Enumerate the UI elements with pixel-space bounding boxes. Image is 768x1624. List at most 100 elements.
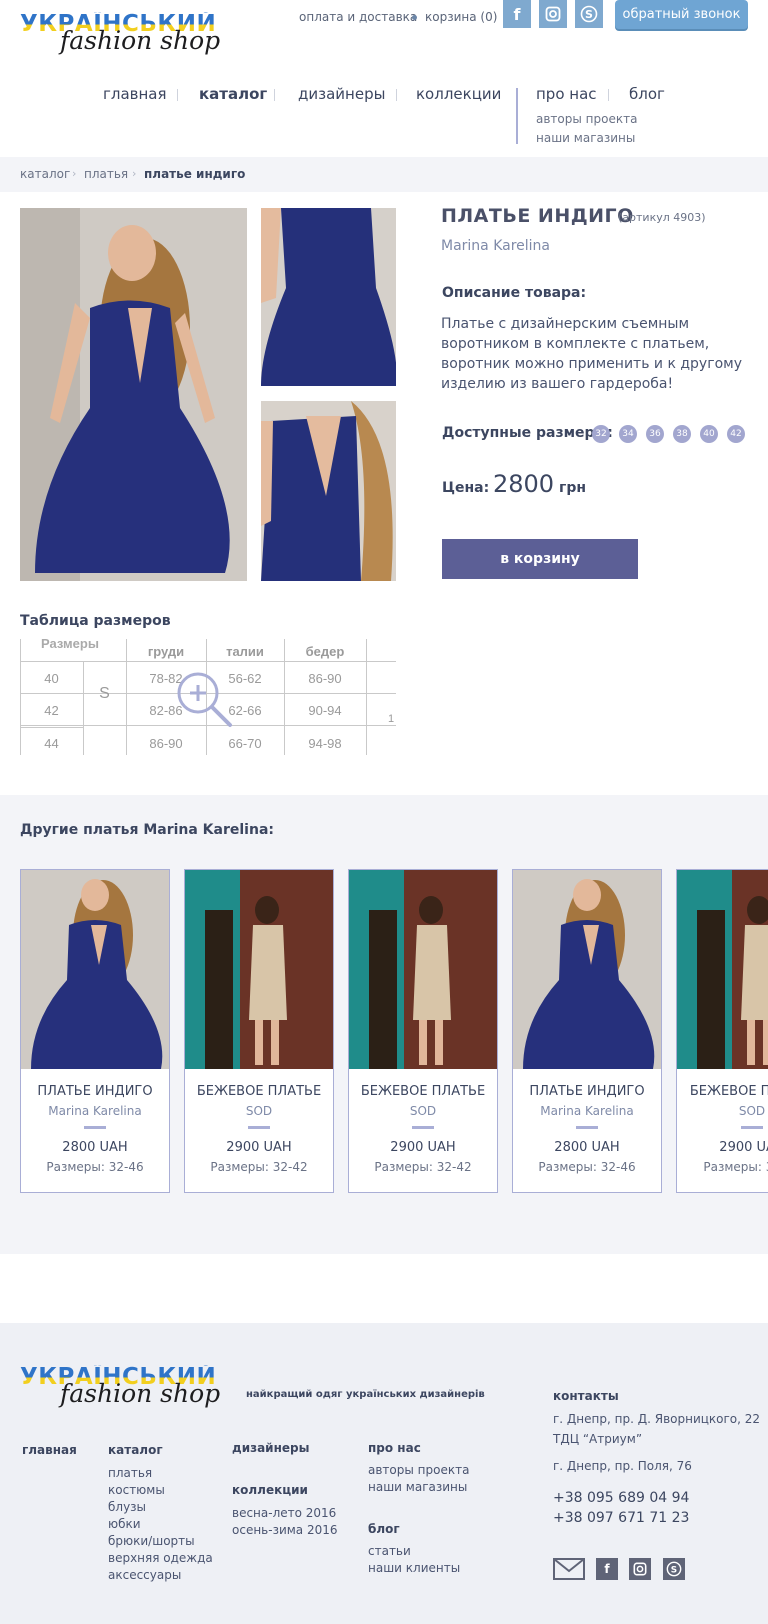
nav-separator [177,89,178,101]
price-label: Цена: [442,480,490,496]
footer-link[interactable]: осень-зима 2016 [232,1522,338,1539]
product-thumb-1[interactable] [261,208,396,386]
size-badge[interactable]: 36 [646,425,664,443]
footer-link[interactable]: брюки/шорты [108,1533,213,1550]
table-col-header: груди [147,643,185,659]
product-thumb-2[interactable] [261,401,396,581]
size-badge[interactable]: 38 [673,425,691,443]
callback-button[interactable]: обратный звонок [615,0,748,29]
instagram-icon[interactable] [629,1558,651,1580]
footer-address-1b: ТДЦ “Атриум” [553,1432,643,1446]
svg-text:S: S [671,1566,677,1576]
footer-link[interactable]: статьи [368,1543,460,1560]
cart-link[interactable]: корзина (0) [425,10,497,24]
product-card-sizes: Размеры: 32-42 [703,1160,768,1174]
footer-link[interactable]: наши магазины [368,1479,469,1496]
site-logo[interactable]: УКРАЇНСЬКИЙ fashion shop [20,12,220,53]
footer-home-link[interactable]: главная [22,1443,77,1457]
table-line [123,693,386,694]
nav-blog[interactable]: блог [629,85,665,103]
description-heading: Описание товара: [442,285,587,301]
skype-icon[interactable]: S [663,1558,685,1580]
footer-link[interactable]: авторы проекта [368,1462,469,1479]
product-card[interactable]: ПЛАТЬЕ ИНДИГО Marina Karelina 2800 UAH Р… [20,869,170,1193]
footer-link[interactable]: платья [108,1465,213,1482]
pay-delivery-link[interactable]: оплата и доставка [299,10,417,24]
product-card[interactable]: БЕЖЕВОЕ ПЛАТЬЕ SOD 2900 UAH Размеры: 32-… [676,869,768,1193]
breadcrumb-current: платье индиго [144,167,246,181]
footer-phone-2[interactable]: +38 097 671 71 23 [553,1510,689,1526]
instagram-icon[interactable] [539,0,567,28]
footer-logo[interactable]: УКРАЇНСЬКИЙ fashion shop [20,1365,220,1406]
footer-link[interactable]: аксессуары [108,1567,213,1584]
table-line [20,661,396,662]
footer-phone-1[interactable]: +38 095 689 04 94 [553,1490,689,1506]
chevron-right-icon: › [132,167,137,180]
product-card-name: ПЛАТЬЕ ИНДИГО [37,1084,153,1099]
footer-catalog-title[interactable]: каталог [108,1443,163,1457]
product-card-price: 2900 UAH [719,1140,768,1155]
footer-collections-title[interactable]: коллекции [232,1483,308,1497]
footer-link[interactable]: костюмы [108,1482,213,1499]
svg-text:S: S [585,8,593,21]
skype-icon[interactable]: S [575,0,603,28]
facebook-icon[interactable]: f [596,1558,618,1580]
table-cell: 44 [44,735,59,751]
nav-home[interactable]: главная [103,85,167,103]
table-cell: 86-90 [308,670,342,686]
product-card-image [21,870,169,1069]
size-badge[interactable]: 32 [592,425,610,443]
mail-icon[interactable] [553,1558,585,1584]
product-brand[interactable]: Marina Karelina [441,238,550,254]
size-badge[interactable]: 40 [700,425,718,443]
product-card-divider [576,1126,598,1129]
footer-link[interactable]: блузы [108,1499,213,1516]
product-card-name: БЕЖЕВОЕ ПЛАТЬЕ [689,1084,768,1099]
table-cell: S [99,685,110,702]
product-card-divider [741,1126,763,1129]
product-card-brand: Marina Karelina [540,1104,634,1118]
product-card-sizes: Размеры: 32-46 [46,1160,144,1174]
footer-blog-title[interactable]: блог [368,1522,400,1536]
footer-link[interactable]: верхняя одежда [108,1550,213,1567]
zoom-in-icon[interactable] [176,671,234,732]
product-card-name: БЕЖЕВОЕ ПЛАТЬЕ [360,1084,486,1099]
separator-dot [412,15,417,20]
product-card-sizes: Размеры: 32-42 [374,1160,472,1174]
footer-link[interactable]: наши клиенты [368,1560,460,1577]
breadcrumb-dresses[interactable]: платья [84,167,128,181]
product-card-price: 2800 UAH [554,1140,620,1155]
product-card-price: 2900 UAH [390,1140,456,1155]
add-to-cart-button[interactable]: в корзину [442,539,638,579]
size-table[interactable]: Размеры груди талии бедер 40 S 78-82 56-… [20,639,396,755]
footer-about-title[interactable]: про нас [368,1441,421,1455]
product-card[interactable]: БЕЖЕВОЕ ПЛАТЬЕ SOD 2900 UAH Размеры: 32-… [184,869,334,1193]
nav-about[interactable]: про нас [536,85,597,103]
nav-catalog[interactable]: каталог [199,85,267,103]
nav-collections[interactable]: коллекции [416,85,501,103]
subnav-stores[interactable]: наши магазины [536,131,635,145]
product-card[interactable]: ПЛАТЬЕ ИНДИГО Marina Karelina 2800 UAH Р… [512,869,662,1193]
breadcrumb-catalog[interactable]: каталог [20,167,70,181]
product-card-name: БЕЖЕВОЕ ПЛАТЬЕ [196,1084,322,1099]
product-card-brand: SOD [409,1104,437,1118]
product-card[interactable]: БЕЖЕВОЕ ПЛАТЬЕ SOD 2900 UAH Размеры: 32-… [348,869,498,1193]
footer-link[interactable]: юбки [108,1516,213,1533]
facebook-icon[interactable]: f [503,0,531,28]
footer-address-1: г. Днепр, пр. Д. Яворницкого, 22 [553,1412,761,1426]
nav-separator [608,89,609,101]
product-main-photo[interactable] [20,208,247,581]
subnav-authors[interactable]: авторы проекта [536,112,637,126]
footer-designers-link[interactable]: дизайнеры [232,1441,309,1455]
table-cell: 86-90 [149,735,183,751]
chevron-right-icon: › [72,167,77,180]
footer-tagline: найкращий одяг українських дизайнерів [246,1389,485,1400]
table-cell: 66-70 [228,735,262,751]
size-badge[interactable]: 34 [619,425,637,443]
size-table-title: Таблица размеров [20,613,171,629]
nav-designers[interactable]: дизайнеры [298,85,385,103]
product-card-brand: SOD [738,1104,766,1118]
footer-link[interactable]: весна-лето 2016 [232,1505,338,1522]
footer-collections-list: весна-лето 2016 осень-зима 2016 [232,1505,338,1539]
size-badge[interactable]: 42 [727,425,745,443]
